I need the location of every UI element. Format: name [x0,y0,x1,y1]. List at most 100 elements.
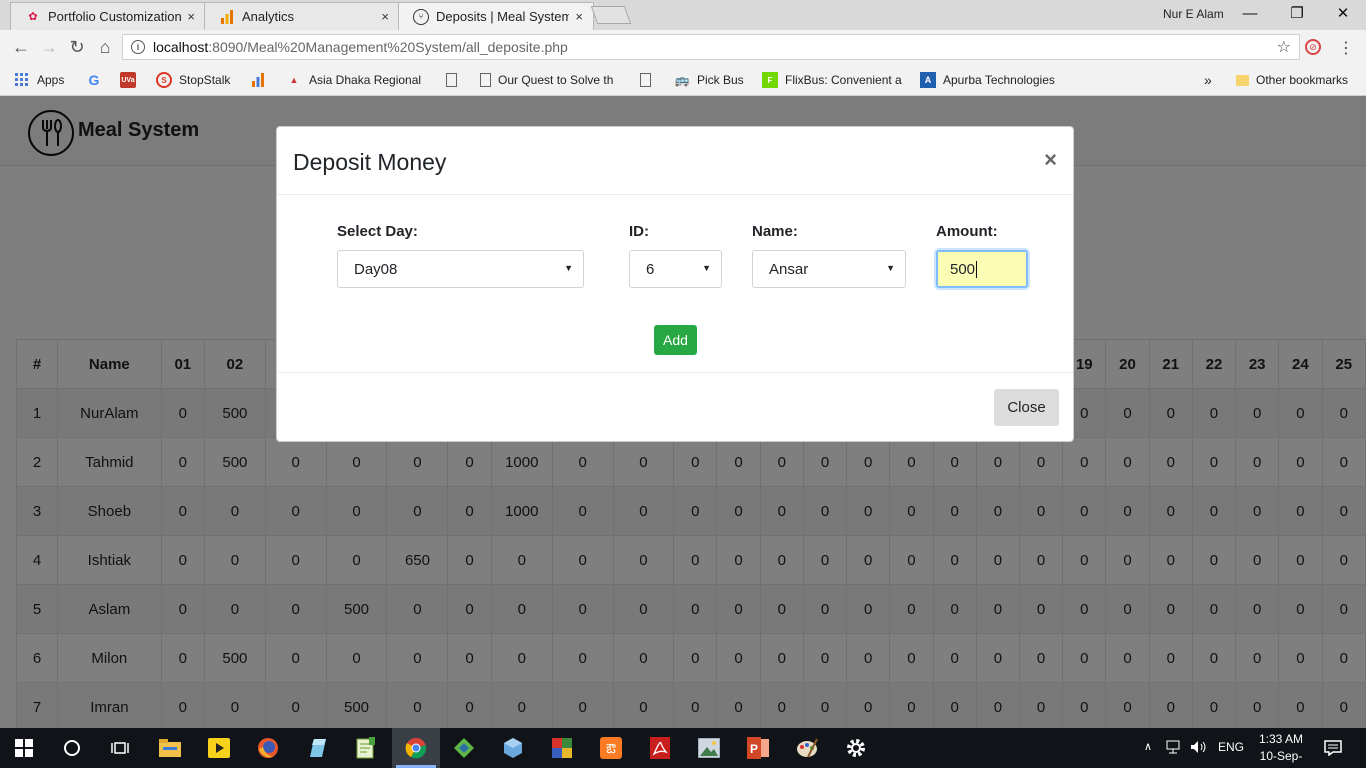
extension-icon[interactable]: ⊘ [1305,39,1321,55]
bookmark-label: StopStalk [179,73,231,87]
bookmark-label: Asia Dhaka Regional [309,73,422,87]
page-icon [446,73,457,87]
tab-close-icon[interactable]: × [381,9,389,24]
tab-close-icon[interactable]: × [187,9,195,24]
address-bar[interactable]: i localhost:8090/Meal%20Management%20Sys… [122,34,1300,60]
apurba-icon: A [920,72,936,88]
menu-icon[interactable]: ⋮ [1338,38,1354,58]
modal-footer-divider [277,372,1073,373]
bookmark-stopstalk[interactable]: S StopStalk [156,71,230,89]
bookmark-label: Other bookmarks [1256,73,1349,87]
select-day-dropdown[interactable]: Day08 ▼ [337,250,584,288]
windows-start-icon[interactable] [12,736,36,760]
media-player-icon[interactable] [207,736,231,760]
bookmark-page[interactable] [640,71,658,89]
deposit-modal: Deposit Money × Select Day: Day08 ▼ ID: … [276,126,1074,442]
taskbar: ఔ P ∧ ENG 1:33 AM 10-Sep-18 [0,728,1366,768]
notepad-icon[interactable] [305,736,329,760]
bookmark-pick-bus[interactable]: 🚌 Pick Bus [674,71,744,89]
modal-title: Deposit Money [293,149,447,175]
meal-logo-icon: ⑂ [413,8,429,25]
bookmark-analytics[interactable] [250,71,273,89]
winrar-icon[interactable] [550,736,574,760]
tab-title: Deposits | Meal System [436,9,570,24]
bookmark-our-quest[interactable]: Our Quest to Solve th [480,71,613,89]
bookmark-page[interactable] [446,71,464,89]
window-close-icon[interactable]: ✕ [1331,3,1355,25]
name-dropdown[interactable]: Ansar ▼ [752,250,906,288]
bookmark-asia-dhaka[interactable]: ▲ Asia Dhaka Regional [286,71,422,89]
bookmark-flixbus[interactable]: F FlixBus: Convenient a [762,71,902,89]
virtualbox-icon[interactable] [501,736,525,760]
tab-analytics[interactable]: Analytics × [204,2,400,30]
amount-label: Amount: [936,223,998,240]
settings-gear-icon[interactable] [844,736,868,760]
paint-icon[interactable] [795,736,819,760]
bookmark-apurba[interactable]: A Apurba Technologies [920,71,1055,89]
photos-icon[interactable] [697,736,721,760]
notifications-icon[interactable] [1324,740,1342,759]
url-path: :8090/Meal%20Management%20System/all_dep… [208,39,568,55]
bookmark-label: Apps [37,73,65,87]
bookmark-star-icon[interactable]: ☆ [1277,37,1291,57]
codeblocks-icon[interactable] [452,736,476,760]
back-icon[interactable]: ← [10,36,32,58]
page-icon [640,73,651,87]
reload-icon[interactable]: ↻ [66,36,88,58]
uva-icon: UVa [120,72,136,88]
info-icon[interactable]: i [131,40,145,54]
bookmark-label: Pick Bus [697,73,744,87]
tab-portfolio[interactable]: ✿ Portfolio Customization × [10,2,206,30]
close-icon[interactable]: × [1044,147,1057,173]
file-explorer-icon[interactable] [158,736,182,760]
firefox-icon[interactable] [256,736,280,760]
clock-date: 10-Sep-18 [1259,749,1303,768]
tab-deposits[interactable]: ⑂ Deposits | Meal System × [398,2,594,30]
analytics-icon [219,9,235,25]
new-tab-button[interactable] [590,6,632,24]
amount-value: 500 [950,260,976,278]
notepad-plus-icon[interactable] [354,736,378,760]
bus-icon: 🚌 [674,73,690,87]
tab-title: Analytics [242,9,295,24]
network-icon[interactable] [1166,740,1182,757]
id-dropdown[interactable]: 6 ▼ [629,250,722,288]
add-button[interactable]: Add [654,325,697,355]
url-host: localhost [153,39,209,55]
minimize-icon[interactable]: — [1238,3,1262,25]
bookmark-label: FlixBus: Convenient a [785,73,902,87]
profile-name[interactable]: Nur E Alam [1163,7,1224,21]
bookmark-apps[interactable]: Apps [14,71,64,89]
browser-tab-strip: ✿ Portfolio Customization × Analytics × … [0,0,1366,30]
id-value: 6 [646,260,655,278]
bookmark-google[interactable]: G [86,71,109,89]
forward-icon[interactable]: → [38,36,60,58]
flower-icon: ✿ [28,11,38,23]
task-view-icon[interactable] [108,736,132,760]
search-icon[interactable] [60,736,84,760]
stopstalk-icon: S [156,72,172,88]
chevron-up-icon[interactable]: ∧ [1144,740,1152,753]
page-icon [480,73,491,87]
text-cursor [976,260,978,278]
volume-icon[interactable] [1190,740,1208,757]
modal-header: Deposit Money × [277,127,1073,195]
bookmark-uva[interactable]: UVa [120,71,143,89]
apps-grid-icon [14,72,30,88]
powerpoint-icon[interactable]: P [746,736,770,760]
pdf-reader-icon[interactable] [648,736,672,760]
tab-close-icon[interactable]: × [575,9,583,24]
amount-input[interactable]: 500 [936,250,1028,288]
xampp-icon[interactable]: ఔ [599,736,623,760]
bookmark-other[interactable]: Other bookmarks [1236,71,1348,89]
tab-title: Portfolio Customization [48,9,182,24]
name-value: Ansar [769,260,809,278]
folder-icon [1236,74,1249,86]
language-indicator[interactable]: ENG [1218,740,1244,754]
home-icon[interactable]: ⌂ [94,36,116,58]
chrome-icon[interactable] [404,736,428,760]
restore-icon[interactable]: ❐ [1285,3,1309,25]
clock[interactable]: 1:33 AM 10-Sep-18 [1254,731,1308,768]
bookmarks-overflow-icon[interactable]: » [1204,71,1212,89]
close-button[interactable]: Close [994,389,1059,426]
